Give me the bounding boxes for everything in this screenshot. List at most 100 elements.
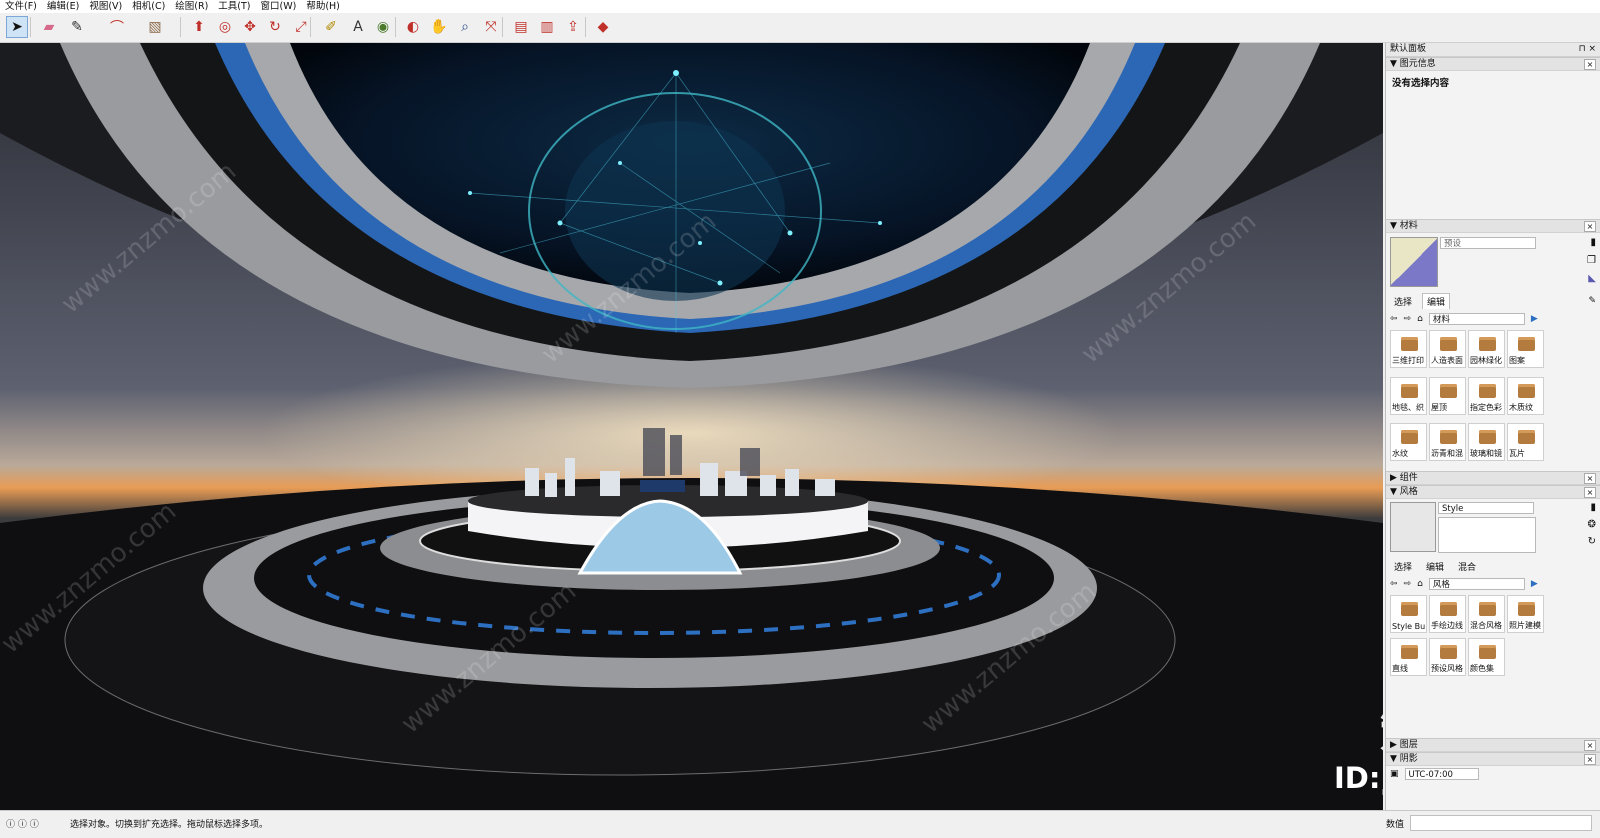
eyedropper-icon[interactable]: ✎ [1588, 296, 1596, 306]
folder-label: 预设风格 [1431, 664, 1463, 673]
menu-item[interactable]: 窗口(W) [256, 0, 302, 13]
entity-info-header[interactable]: ▼ 图元信息 × [1386, 57, 1600, 71]
shadow-toggle-icon[interactable]: ▣ [1390, 769, 1399, 779]
collapse-triangle-icon: ▼ [1390, 754, 1400, 764]
arc-icon[interactable]: ⌒ [106, 16, 128, 38]
forward-icon[interactable]: ⇨ [1404, 314, 1412, 324]
tab-select[interactable]: 选择 [1390, 559, 1416, 574]
layers-header[interactable]: ▶ 图层 × [1386, 738, 1600, 752]
menu-item[interactable]: 视图(V) [84, 0, 127, 13]
forward-icon[interactable]: ⇨ [1404, 579, 1412, 589]
default-material-icon[interactable]: ◣ [1588, 273, 1596, 284]
scale-icon[interactable]: ⤢ [290, 16, 312, 38]
menu-item[interactable]: 编辑(E) [42, 0, 84, 13]
timezone-select[interactable]: UTC-07:00 [1404, 768, 1479, 780]
model-viewport[interactable]: www.znzmo.com www.znzmo.com www.znzmo.co… [0, 43, 1383, 810]
tab-mix[interactable]: 混合 [1454, 559, 1480, 574]
library-folder-item[interactable]: Style Builder [1390, 595, 1427, 633]
folder-icon [1401, 645, 1418, 659]
library-folder-item[interactable]: 手绘边线 [1429, 595, 1466, 633]
folder-label: 屋顶 [1431, 402, 1447, 412]
tray-pin-icon[interactable]: ⊓ × [1579, 43, 1596, 56]
warehouse-icon[interactable]: ▤ [510, 16, 532, 38]
library-folder-item[interactable]: 玻璃和镜 [1468, 423, 1505, 462]
tape-measure-icon[interactable]: ✐ [320, 16, 342, 38]
library-folder-item[interactable]: 地毯、织 [1390, 376, 1427, 415]
extension-warehouse-icon[interactable]: ▥ [536, 16, 558, 38]
back-icon[interactable]: ⇦ [1390, 314, 1398, 324]
pencil-icon[interactable]: ✎ [66, 16, 88, 38]
zoom-icon[interactable]: ⌕ [454, 16, 476, 38]
tab-edit[interactable]: 编辑 [1422, 293, 1451, 309]
library-folder-item[interactable]: 混合风格 [1468, 595, 1505, 633]
paint-bucket-icon[interactable]: ◉ [372, 16, 394, 38]
style-name-field[interactable]: Style [1438, 502, 1534, 514]
follow-me-icon[interactable]: ◎ [214, 16, 236, 38]
move-icon[interactable]: ✥ [239, 16, 261, 38]
tab-select[interactable]: 选择 [1390, 294, 1416, 309]
close-icon[interactable]: × [1584, 473, 1596, 484]
library-folder-item[interactable]: 图案 [1507, 330, 1544, 368]
library-folder-item[interactable]: 木质纹 [1507, 376, 1544, 415]
pan-icon[interactable]: ✋ [428, 16, 450, 38]
select-arrow-icon[interactable]: ➤ [6, 16, 28, 38]
library-folder-item[interactable]: 人造表面 [1429, 330, 1466, 368]
zoom-extents-icon[interactable]: ⤧ [480, 16, 502, 38]
tab-edit[interactable]: 编辑 [1422, 559, 1448, 574]
close-icon[interactable]: × [1584, 59, 1596, 70]
orbit-icon[interactable]: ◐ [402, 16, 424, 38]
refresh-icon[interactable]: ↻ [1588, 536, 1596, 547]
materials-library-select[interactable]: 材料 [1428, 313, 1525, 325]
style-thumbnail[interactable] [1390, 502, 1436, 552]
push-pull-icon[interactable]: ⬆ [188, 16, 210, 38]
library-folder-item[interactable]: 预设风格 [1429, 638, 1466, 676]
materials-header[interactable]: ▼ 材料 × [1386, 219, 1600, 233]
material-swatch-preview[interactable] [1390, 237, 1438, 287]
sample-paint-icon[interactable]: ▮ [1590, 237, 1596, 248]
create-material-icon[interactable]: ❐ [1587, 255, 1596, 266]
measurements-label: 数值 [1386, 820, 1405, 830]
library-folder-item[interactable]: 三维打印 [1390, 330, 1427, 368]
components-header[interactable]: ▶ 组件 × [1386, 471, 1600, 485]
library-folder-item[interactable]: 沥青和混 [1429, 423, 1466, 462]
home-icon[interactable]: ⌂ [1417, 314, 1423, 324]
home-icon[interactable]: ⌂ [1417, 579, 1423, 589]
close-icon[interactable]: × [1584, 754, 1596, 765]
styles-library-select[interactable]: 风格 [1428, 578, 1525, 590]
library-folder-item[interactable]: 瓦片 [1507, 423, 1544, 462]
library-folder-item[interactable]: 颜色集 [1468, 638, 1505, 676]
library-folder-item[interactable]: 屋顶 [1429, 376, 1466, 415]
close-icon[interactable]: × [1584, 740, 1596, 751]
styles-header[interactable]: ▼ 风格 × [1386, 485, 1600, 499]
style-preview-area: Style ▮ ❂ ↻ [1386, 499, 1600, 557]
create-style-icon[interactable]: ❂ [1588, 519, 1596, 530]
close-icon[interactable]: × [1584, 487, 1596, 498]
details-icon[interactable]: ▶ [1531, 314, 1538, 324]
library-folder-item[interactable]: 指定色彩 [1468, 376, 1505, 415]
ruby-icon[interactable]: ◆ [592, 16, 614, 38]
style-description-field[interactable] [1438, 517, 1536, 553]
rotate-icon[interactable]: ↻ [264, 16, 286, 38]
menu-item[interactable]: 帮助(H) [301, 0, 345, 13]
eraser-icon[interactable]: ▰ [38, 16, 60, 38]
menu-item[interactable]: 相机(C) [127, 0, 170, 13]
rectangle-icon[interactable]: ▧ [144, 16, 166, 38]
text-label-icon[interactable]: A [347, 16, 369, 38]
menu-item[interactable]: 工具(T) [213, 0, 255, 13]
details-icon[interactable]: ▶ [1531, 579, 1538, 589]
measurements-input[interactable] [1410, 815, 1592, 831]
library-folder-item[interactable]: 水纹 [1390, 423, 1427, 462]
folder-icon [1440, 383, 1457, 398]
menu-item[interactable]: 文件(F) [0, 0, 42, 13]
update-style-icon[interactable]: ▮ [1590, 502, 1596, 513]
library-folder-item[interactable]: 直线 [1390, 638, 1427, 676]
library-folder-item[interactable]: 园林绿化 [1468, 330, 1505, 368]
library-folder-item[interactable]: 照片建模 [1507, 595, 1544, 633]
menu-item[interactable]: 绘图(R) [170, 0, 213, 13]
back-icon[interactable]: ⇦ [1390, 579, 1398, 589]
share-model-icon[interactable]: ⇪ [562, 16, 584, 38]
status-geo-icon[interactable]: ⓘ ⓘ ⓘ [6, 817, 39, 830]
shadows-header[interactable]: ▼ 阴影 × [1386, 752, 1600, 766]
close-icon[interactable]: × [1584, 221, 1596, 232]
material-name-field[interactable]: 预设 [1440, 237, 1536, 249]
